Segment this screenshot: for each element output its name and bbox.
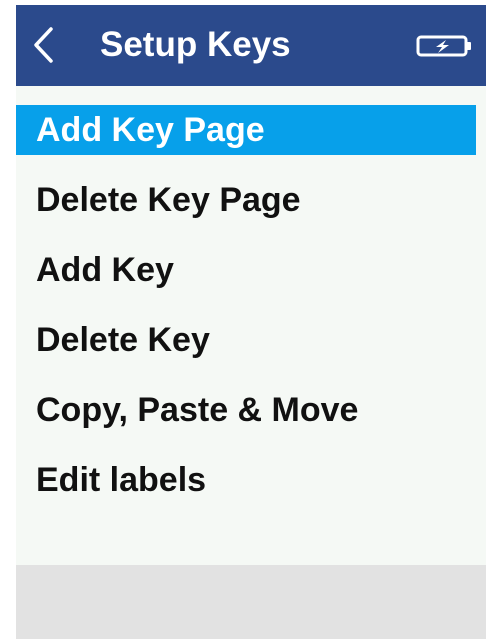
setup-keys-screen: Setup Keys Add Key Page Delete Key Page … <box>16 5 486 639</box>
menu-item-label: Delete Key Page <box>36 181 301 219</box>
menu-item-add-key-page[interactable]: Add Key Page <box>16 105 486 175</box>
menu-item-delete-key[interactable]: Delete Key <box>16 315 486 385</box>
setup-keys-menu: Add Key Page Delete Key Page Add Key Del… <box>16 105 486 525</box>
menu-item-label: Delete Key <box>36 321 210 359</box>
menu-item-copy-paste-move[interactable]: Copy, Paste & Move <box>16 385 486 455</box>
menu-item-label: Copy, Paste & Move <box>36 391 359 429</box>
footer-bar <box>16 565 486 639</box>
menu-item-add-key[interactable]: Add Key <box>16 245 486 315</box>
page-title: Setup Keys <box>100 25 291 64</box>
menu-item-delete-key-page[interactable]: Delete Key Page <box>16 175 486 245</box>
chevron-left-icon[interactable] <box>31 26 57 64</box>
menu-item-label: Add Key <box>36 251 174 289</box>
menu-item-edit-labels[interactable]: Edit labels <box>16 455 486 525</box>
header-bar: Setup Keys <box>16 5 486 86</box>
menu-item-label: Edit labels <box>36 461 207 499</box>
menu-item-label: Add Key Page <box>16 105 476 155</box>
battery-charging-icon <box>416 35 471 57</box>
